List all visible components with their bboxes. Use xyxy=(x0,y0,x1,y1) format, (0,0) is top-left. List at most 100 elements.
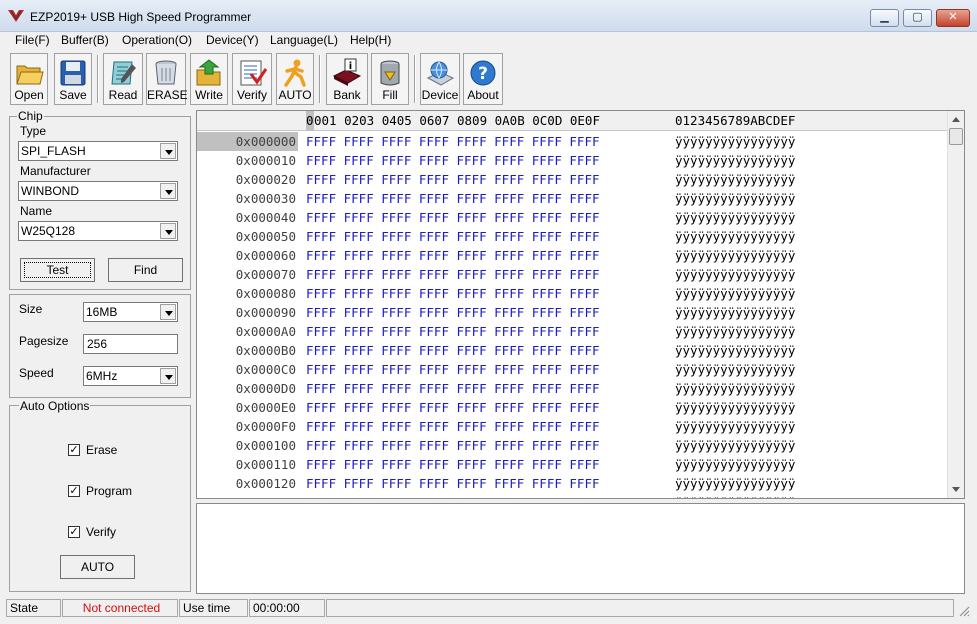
hex-ascii[interactable]: ÿÿÿÿÿÿÿÿÿÿÿÿÿÿÿÿ xyxy=(675,436,795,455)
hex-bytes[interactable]: FFFF FFFF FFFF FFFF FFFF FFFF FFFF FFFF xyxy=(306,132,600,151)
hex-ascii[interactable]: ÿÿÿÿÿÿÿÿÿÿÿÿÿÿÿÿ xyxy=(675,208,795,227)
speed-select[interactable]: 6MHz xyxy=(83,366,178,386)
hex-bytes[interactable]: FFFF FFFF FFFF FFFF FFFF FFFF FFFF FFFF xyxy=(306,189,600,208)
hex-ascii[interactable]: ÿÿÿÿÿÿÿÿÿÿÿÿÿÿÿÿ xyxy=(675,417,795,436)
save-button[interactable]: Save xyxy=(54,53,92,105)
resize-grip-icon[interactable] xyxy=(958,605,970,617)
hex-bytes[interactable]: FFFF FFFF FFFF FFFF FFFF FFFF FFFF FFFF xyxy=(306,265,600,284)
verify-button[interactable]: Verify xyxy=(232,53,272,105)
hex-row[interactable]: 0x000040 FFFF FFFF FFFF FFFF FFFF FFFF FF… xyxy=(197,208,948,227)
write-button[interactable]: Write xyxy=(190,53,228,105)
hex-row[interactable]: 0x000030 FFFF FFFF FFFF FFFF FFFF FFFF FF… xyxy=(197,189,948,208)
hex-ascii[interactable]: ÿÿÿÿÿÿÿÿÿÿÿÿÿÿÿÿ xyxy=(675,132,795,151)
hex-ascii[interactable]: ÿÿÿÿÿÿÿÿÿÿÿÿÿÿÿÿ xyxy=(675,493,795,498)
hex-bytes[interactable]: FFFF FFFF FFFF FFFF FFFF FFFF FFFF FFFF xyxy=(306,208,600,227)
chevron-down-icon[interactable] xyxy=(160,223,176,239)
scroll-down-icon[interactable] xyxy=(952,487,960,492)
test-button[interactable]: Test xyxy=(20,258,95,282)
hex-bytes[interactable]: FFFF FFFF FFFF FFFF FFFF FFFF FFFF FFFF xyxy=(306,303,600,322)
verify-checkbox[interactable]: ✓ xyxy=(68,526,80,538)
hex-ascii[interactable]: ÿÿÿÿÿÿÿÿÿÿÿÿÿÿÿÿ xyxy=(675,322,795,341)
hex-ascii[interactable]: ÿÿÿÿÿÿÿÿÿÿÿÿÿÿÿÿ xyxy=(675,360,795,379)
hex-row[interactable]: 0x0000B0 FFFF FFFF FFFF FFFF FFFF FFFF FF… xyxy=(197,341,948,360)
size-select[interactable]: 16MB xyxy=(83,302,178,322)
hex-ascii[interactable]: ÿÿÿÿÿÿÿÿÿÿÿÿÿÿÿÿ xyxy=(675,303,795,322)
hex-row[interactable]: 0x000080 FFFF FFFF FFFF FFFF FFFF FFFF FF… xyxy=(197,284,948,303)
hex-ascii[interactable]: ÿÿÿÿÿÿÿÿÿÿÿÿÿÿÿÿ xyxy=(675,379,795,398)
type-select[interactable]: SPI_FLASH xyxy=(18,141,178,161)
scroll-up-icon[interactable] xyxy=(952,117,960,122)
bank-button[interactable]: i Bank xyxy=(326,53,368,105)
menu-operation[interactable]: Operation(O) xyxy=(122,33,192,47)
hex-ascii[interactable]: ÿÿÿÿÿÿÿÿÿÿÿÿÿÿÿÿ xyxy=(675,455,795,474)
hex-ascii[interactable]: ÿÿÿÿÿÿÿÿÿÿÿÿÿÿÿÿ xyxy=(675,474,795,493)
maximize-button[interactable]: ▢ xyxy=(903,9,932,27)
hex-ascii[interactable]: ÿÿÿÿÿÿÿÿÿÿÿÿÿÿÿÿ xyxy=(675,170,795,189)
menu-device[interactable]: Device(Y) xyxy=(206,33,259,47)
chevron-down-icon[interactable] xyxy=(160,368,176,384)
hex-view[interactable]: 0 001 0203 0405 0607 0809 0A0B 0C0D 0E0F… xyxy=(196,110,965,499)
hex-bytes[interactable]: FFFF FFFF FFFF FFFF FFFF FFFF FFFF FFFF xyxy=(306,474,600,493)
hex-ascii[interactable]: ÿÿÿÿÿÿÿÿÿÿÿÿÿÿÿÿ xyxy=(675,227,795,246)
hex-bytes[interactable]: FFFF FFFF FFFF FFFF FFFF FFFF FFFF FFFF xyxy=(306,341,600,360)
read-button[interactable]: Read xyxy=(103,53,143,105)
hex-bytes[interactable]: FFFF FFFF FFFF FFFF FFFF FFFF FFFF FFFF xyxy=(306,455,600,474)
hex-bytes[interactable]: FFFF FFFF FFFF FFFF FFFF FFFF FFFF FFFF xyxy=(306,227,600,246)
hex-ascii[interactable]: ÿÿÿÿÿÿÿÿÿÿÿÿÿÿÿÿ xyxy=(675,246,795,265)
hex-row[interactable]: 0x000130 FFFF FFFF FFFF FFFF FFFF FFFF FF… xyxy=(197,493,948,498)
hex-row[interactable]: 0x0000A0 FFFF FFFF FFFF FFFF FFFF FFFF FF… xyxy=(197,322,948,341)
hex-row[interactable]: 0x000110 FFFF FFFF FFFF FFFF FFFF FFFF FF… xyxy=(197,455,948,474)
erase-button[interactable]: ERASE xyxy=(146,53,188,105)
program-checkbox[interactable]: ✓ xyxy=(68,485,80,497)
menu-language[interactable]: Language(L) xyxy=(270,33,338,47)
open-button[interactable]: Open xyxy=(10,53,48,105)
hex-bytes[interactable]: FFFF FFFF FFFF FFFF FFFF FFFF FFFF FFFF xyxy=(306,360,600,379)
pagesize-input[interactable]: 256 xyxy=(83,334,178,354)
hex-row[interactable]: 0x0000D0 FFFF FFFF FFFF FFFF FFFF FFFF FF… xyxy=(197,379,948,398)
hex-bytes[interactable]: FFFF FFFF FFFF FFFF FFFF FFFF FFFF FFFF xyxy=(306,151,600,170)
hex-row[interactable]: 0x000070 FFFF FFFF FFFF FFFF FFFF FFFF FF… xyxy=(197,265,948,284)
hex-bytes[interactable]: FFFF FFFF FFFF FFFF FFFF FFFF FFFF FFFF xyxy=(306,284,600,303)
device-button[interactable]: Device xyxy=(420,53,460,105)
hex-ascii[interactable]: ÿÿÿÿÿÿÿÿÿÿÿÿÿÿÿÿ xyxy=(675,341,795,360)
menu-help[interactable]: Help(H) xyxy=(350,33,391,47)
hex-row[interactable]: 0x000020 FFFF FFFF FFFF FFFF FFFF FFFF FF… xyxy=(197,170,948,189)
hex-bytes[interactable]: FFFF FFFF FFFF FFFF FFFF FFFF FFFF FFFF xyxy=(306,170,600,189)
hex-bytes[interactable]: FFFF FFFF FFFF FFFF FFFF FFFF FFFF FFFF xyxy=(306,246,600,265)
erase-checkbox[interactable]: ✓ xyxy=(68,444,80,456)
menu-buffer[interactable]: Buffer(B) xyxy=(61,33,109,47)
hex-bytes[interactable]: FFFF FFFF FFFF FFFF FFFF FFFF FFFF FFFF xyxy=(306,398,600,417)
hex-row[interactable]: 0x0000F0 FFFF FFFF FFFF FFFF FFFF FFFF FF… xyxy=(197,417,948,436)
hex-row[interactable]: 0x000100 FFFF FFFF FFFF FFFF FFFF FFFF FF… xyxy=(197,436,948,455)
hex-bytes[interactable]: FFFF FFFF FFFF FFFF FFFF FFFF FFFF FFFF xyxy=(306,379,600,398)
fill-button[interactable]: Fill xyxy=(371,53,409,105)
auto-run-button[interactable]: AUTO xyxy=(60,555,135,579)
hex-row[interactable]: 0x000000 FFFF FFFF FFFF FFFF FFFF FFFF FF… xyxy=(197,132,948,151)
auto-button[interactable]: AUTO xyxy=(276,53,314,105)
hex-bytes[interactable]: FFFF FFFF FFFF FFFF FFFF FFFF FFFF FFFF xyxy=(306,322,600,341)
hex-bytes[interactable]: FFFF FFFF FFFF FFFF FFFF FFFF FFFF FFFF xyxy=(306,493,600,498)
close-button[interactable]: ✕ xyxy=(936,9,970,27)
name-select[interactable]: W25Q128 xyxy=(18,221,178,241)
minimize-button[interactable]: ▁ xyxy=(870,9,899,27)
chevron-down-icon[interactable] xyxy=(160,183,176,199)
log-output[interactable] xyxy=(196,503,965,594)
hex-row[interactable]: 0x000120 FFFF FFFF FFFF FFFF FFFF FFFF FF… xyxy=(197,474,948,493)
hex-row[interactable]: 0x000060 FFFF FFFF FFFF FFFF FFFF FFFF FF… xyxy=(197,246,948,265)
hex-row[interactable]: 0x0000C0 FFFF FFFF FFFF FFFF FFFF FFFF FF… xyxy=(197,360,948,379)
chevron-down-icon[interactable] xyxy=(160,143,176,159)
hex-ascii[interactable]: ÿÿÿÿÿÿÿÿÿÿÿÿÿÿÿÿ xyxy=(675,398,795,417)
scroll-thumb[interactable] xyxy=(949,128,963,145)
hex-row[interactable]: 0x000050 FFFF FFFF FFFF FFFF FFFF FFFF FF… xyxy=(197,227,948,246)
hex-row[interactable]: 0x000090 FFFF FFFF FFFF FFFF FFFF FFFF FF… xyxy=(197,303,948,322)
hex-bytes[interactable]: FFFF FFFF FFFF FFFF FFFF FFFF FFFF FFFF xyxy=(306,436,600,455)
hex-row[interactable]: 0x000010 FFFF FFFF FFFF FFFF FFFF FFFF FF… xyxy=(197,151,948,170)
hex-ascii[interactable]: ÿÿÿÿÿÿÿÿÿÿÿÿÿÿÿÿ xyxy=(675,284,795,303)
hex-ascii[interactable]: ÿÿÿÿÿÿÿÿÿÿÿÿÿÿÿÿ xyxy=(675,151,795,170)
hex-row[interactable]: 0x0000E0 FFFF FFFF FFFF FFFF FFFF FFFF FF… xyxy=(197,398,948,417)
menu-file[interactable]: File(F) xyxy=(15,33,50,47)
find-button[interactable]: Find xyxy=(108,258,183,282)
manufacturer-select[interactable]: WINBOND xyxy=(18,181,178,201)
hex-ascii[interactable]: ÿÿÿÿÿÿÿÿÿÿÿÿÿÿÿÿ xyxy=(675,265,795,284)
about-button[interactable]: ? About xyxy=(463,53,503,105)
